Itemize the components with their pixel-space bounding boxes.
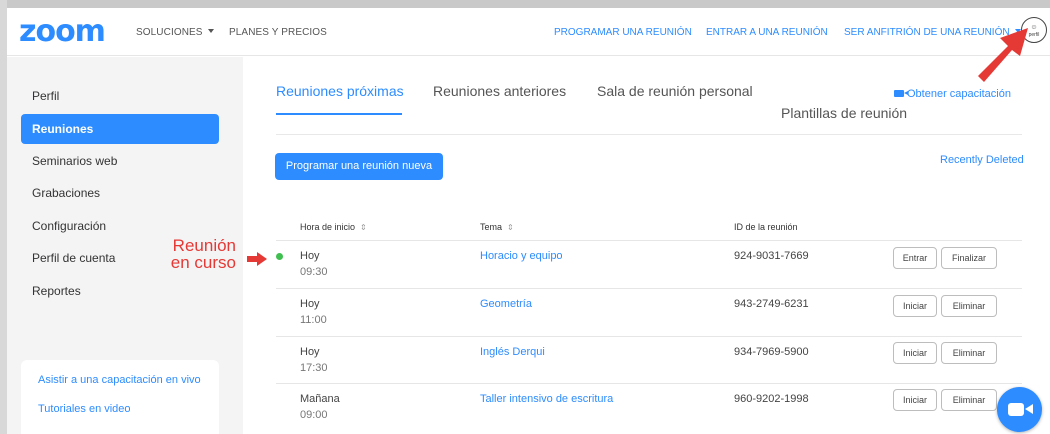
active-tab-indicator [276,113,402,115]
window-frame-left [0,0,7,434]
table-row-start-time: Hoy 11:00 [300,298,327,326]
sidebar-item-reuniones[interactable]: Reuniones [21,114,219,144]
row-divider [276,288,1022,289]
meeting-in-progress-annotation: Reunión en curso [170,236,236,272]
end-button[interactable]: Finalizar [941,247,997,269]
sidebar-item-seminarios-web[interactable]: Seminarios web [21,146,219,176]
live-training-link[interactable]: Asistir a una capacitación en vivo [38,374,201,386]
table-row-start-time: Hoy 09:30 [300,250,328,278]
tab-personal-meeting-room[interactable]: Sala de reunión personal [597,83,753,99]
zoom-meeting-fab[interactable] [997,387,1042,432]
tab-meeting-templates[interactable]: Plantillas de reunión [781,105,907,121]
tab-previous-meetings[interactable]: Reuniones anteriores [433,83,566,99]
table-row-topic-link[interactable]: Inglés Derqui [480,344,545,360]
delete-button[interactable]: Eliminar [941,389,997,411]
schedule-new-meeting-button[interactable]: Programar una reunión nueva [275,153,443,180]
delete-button[interactable]: Eliminar [941,342,997,364]
video-camera-icon [1008,403,1033,416]
start-button[interactable]: Iniciar [893,295,937,317]
nav-schedule-meeting[interactable]: PROGRAMAR UNA REUNIÓN [554,27,692,38]
window-frame-top [0,0,1050,8]
tab-divider [276,134,1022,135]
column-header-meeting-id: ID de la reunión [734,222,798,232]
live-status-dot [276,253,283,260]
sidebar-item-perfil[interactable]: Perfil [21,81,219,111]
red-arrow-annotation-icon [978,28,1028,82]
sidebar-item-grabaciones[interactable]: Grabaciones [21,178,219,208]
sort-icon[interactable]: ⇕ [507,223,514,232]
chevron-down-icon [207,29,214,33]
get-training-link[interactable]: Obtener capacitación [894,88,1011,100]
video-tutorials-link[interactable]: Tutoriales en video [38,403,131,415]
row-divider [276,240,1022,241]
nav-plans-pricing[interactable]: PLANES Y PRECIOS [229,27,327,38]
table-row-meeting-id: 960-9202-1998 [734,393,809,405]
row-divider [276,383,1022,384]
recently-deleted-link[interactable]: Recently Deleted [940,154,1024,166]
table-row-meeting-id: 934-7969-5900 [734,346,809,358]
sort-icon[interactable]: ⇕ [360,223,367,232]
table-row-topic-link[interactable]: Taller intensivo de escritura [480,391,613,407]
red-arrow-small-icon [247,252,267,266]
start-button[interactable]: Iniciar [893,389,937,411]
table-row-meeting-id: 943-2749-6231 [734,298,809,310]
nav-join-meeting[interactable]: ENTRAR A UNA REUNIÓN [706,27,828,38]
join-button[interactable]: Entrar [893,247,937,269]
nav-solutions[interactable]: SOLUCIONES [136,27,214,38]
table-row-start-time: Mañana 09:00 [300,393,340,421]
zoom-logo[interactable]: zoom [19,17,106,47]
start-button[interactable]: Iniciar [893,342,937,364]
row-divider [276,336,1022,337]
sidebar-help-box: Asistir a una capacitación en vivo Tutor… [21,360,219,434]
table-row-topic-link[interactable]: Horacio y equipo [480,248,563,264]
sidebar-item-reportes[interactable]: Reportes [21,276,219,306]
column-header-start-time[interactable]: Hora de inicio ⇕ [300,222,367,232]
table-row-meeting-id: 924-9031-7669 [734,250,809,262]
column-header-topic[interactable]: Tema ⇕ [480,222,514,232]
video-camera-icon [894,90,908,97]
tab-upcoming-meetings[interactable]: Reuniones próximas [276,83,404,99]
delete-button[interactable]: Eliminar [941,295,997,317]
table-row-start-time: Hoy 17:30 [300,346,328,374]
top-header: zoom SOLUCIONES PLANES Y PRECIOS PROGRAM… [7,8,1050,56]
table-row-topic-link[interactable]: Geometría [480,296,532,312]
